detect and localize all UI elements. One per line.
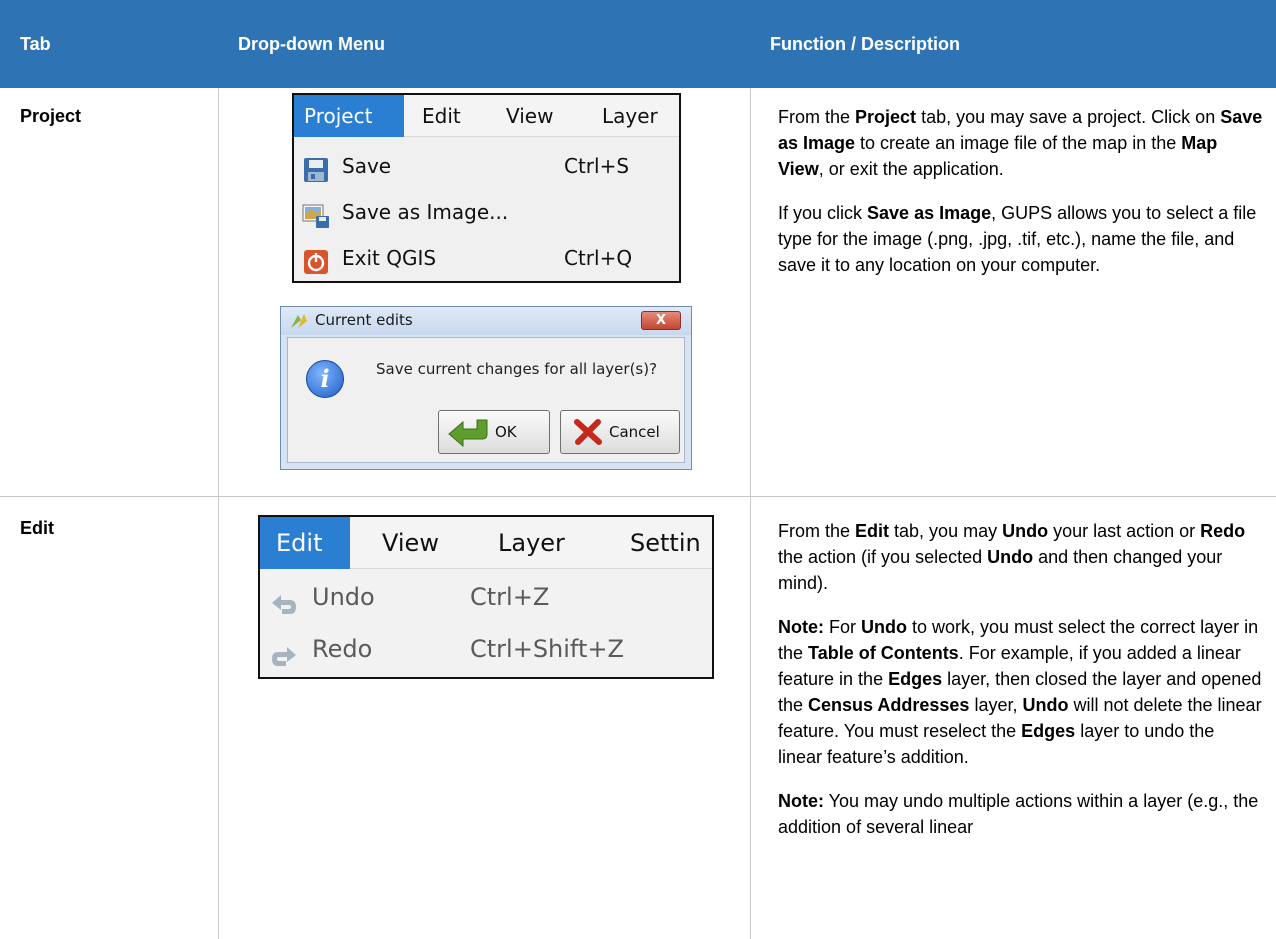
text-run: tab, you may save a project. Click on <box>916 107 1221 127</box>
text-run: to create an image file of the map in th… <box>855 133 1182 153</box>
project-menu-screenshot: Project Edit View Layer Save Ctrl+S Save… <box>292 93 681 283</box>
bold-term: Undo <box>861 617 907 637</box>
cancel-x-icon <box>573 418 603 450</box>
bold-term: Table of Contents <box>808 643 959 663</box>
row-divider <box>0 496 1276 497</box>
description-paragraph: Note: For Undo to work, you must select … <box>778 614 1263 770</box>
description-paragraph: Note: You may undo multiple actions with… <box>778 788 1263 840</box>
menu-item-exit-qgis[interactable]: Exit QGIS Ctrl+Q <box>294 235 679 281</box>
menu-item-undo[interactable]: Undo Ctrl+Z <box>260 571 712 623</box>
description-paragraph: If you click Save as Image, GUPS allows … <box>778 200 1263 278</box>
header-dropdown-menu: Drop-down Menu <box>238 34 385 54</box>
save-as-image-icon <box>302 199 330 228</box>
bold-term: Project <box>855 107 917 127</box>
text-run: the action (if you selected <box>778 547 988 567</box>
close-button[interactable]: X <box>641 311 681 330</box>
row-edit-tab: Edit <box>20 518 54 538</box>
exit-icon <box>302 245 330 274</box>
description-paragraph: From the Edit tab, you may Undo your las… <box>778 518 1263 596</box>
cancel-button[interactable]: Cancel <box>560 410 680 454</box>
menu-item-redo[interactable]: Redo Ctrl+Shift+Z <box>260 623 712 675</box>
menu-view[interactable]: View <box>382 517 439 569</box>
menu-layer[interactable]: Layer <box>602 95 658 137</box>
header-tab: Tab <box>20 34 51 54</box>
project-description: From the Project tab, you may save a pro… <box>778 104 1263 296</box>
bold-term: Note: <box>778 617 824 637</box>
bold-term: Undo <box>1022 695 1069 715</box>
menu-item-shortcut: Ctrl+Z <box>470 583 550 611</box>
bold-term: Edges <box>1021 721 1076 741</box>
bold-term: Undo <box>987 547 1034 567</box>
save-icon <box>302 153 330 182</box>
header-function-description: Function / Description <box>770 34 961 54</box>
bold-term: Census Addresses <box>808 695 970 715</box>
menu-item-save[interactable]: Save Ctrl+S <box>294 143 679 189</box>
bold-term: Redo <box>1200 521 1246 541</box>
menu-item-label: Redo <box>312 635 373 663</box>
bold-term: Note: <box>778 791 824 811</box>
menu-item-shortcut: Ctrl+Q <box>564 246 633 270</box>
redo-icon <box>270 637 298 666</box>
menu-settings[interactable]: Settin <box>630 517 712 569</box>
menu-layer[interactable]: Layer <box>498 517 565 569</box>
text-run: your last action or <box>1048 521 1201 541</box>
undo-icon <box>270 585 298 614</box>
bold-term: Edit <box>855 521 890 541</box>
text-run: You may undo multiple actions within a l… <box>778 791 1259 837</box>
edit-description: From the Edit tab, you may Undo your las… <box>778 518 1263 858</box>
current-edits-dialog: Current edits X i Save current changes f… <box>280 306 692 470</box>
dialog-title: Current edits <box>315 311 413 329</box>
menu-item-label: Undo <box>312 583 375 611</box>
menu-bar: Edit View Layer Settin <box>260 517 712 569</box>
edit-menu-screenshot: Edit View Layer Settin Undo Ctrl+Z Redo … <box>258 515 714 679</box>
menu-item-save-as-image[interactable]: Save as Image... <box>294 189 679 235</box>
row-project-tab: Project <box>20 106 82 126</box>
menu-item-label: Exit QGIS <box>342 246 437 270</box>
documentation-table: Tab Drop-down Menu Function / Descriptio… <box>0 0 1276 939</box>
text-run: From the <box>778 521 856 541</box>
menu-view[interactable]: View <box>506 95 553 137</box>
dialog-titlebar: Current edits X <box>281 307 691 335</box>
text-run: tab, you may <box>889 521 1003 541</box>
menu-bar: Project Edit View Layer <box>294 95 679 137</box>
ok-label: OK <box>495 423 517 441</box>
qgis-logo-icon <box>289 312 309 334</box>
menu-item-shortcut: Ctrl+Shift+Z <box>470 635 624 663</box>
column-divider <box>750 88 751 939</box>
ok-arrow-icon <box>447 417 491 451</box>
menu-item-shortcut: Ctrl+S <box>564 154 630 178</box>
text-run: For <box>824 617 862 637</box>
text-run: If you click <box>778 203 868 223</box>
menu-item-label: Save <box>342 154 392 178</box>
text-run: layer, <box>969 695 1023 715</box>
bold-term: Edges <box>888 669 943 689</box>
description-paragraph: From the Project tab, you may save a pro… <box>778 104 1263 182</box>
menu-project[interactable]: Project <box>294 95 404 137</box>
menu-edit[interactable]: Edit <box>260 517 350 569</box>
info-icon: i <box>306 360 344 398</box>
bold-term: Undo <box>1002 521 1049 541</box>
table-header: Tab Drop-down Menu Function / Descriptio… <box>0 0 1276 88</box>
text-run: From the <box>778 107 856 127</box>
ok-button[interactable]: OK <box>438 410 550 454</box>
bold-term: Save as Image <box>867 203 992 223</box>
menu-item-label: Save as Image... <box>342 200 509 224</box>
dialog-body: i Save current changes for all layer(s)?… <box>287 337 685 463</box>
text-run: , or exit the application. <box>818 159 1004 179</box>
dialog-message: Save current changes for all layer(s)? <box>376 360 658 378</box>
menu-edit[interactable]: Edit <box>422 95 461 137</box>
column-divider <box>218 88 219 939</box>
cancel-label: Cancel <box>609 423 660 441</box>
